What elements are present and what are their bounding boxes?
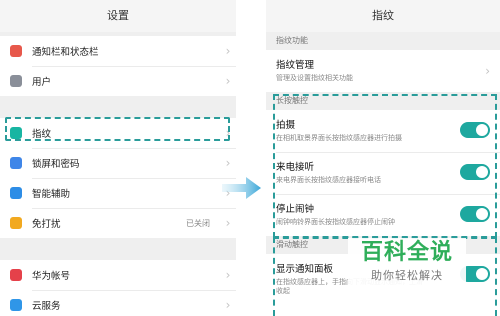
photo-toggle[interactable] — [460, 122, 490, 138]
group-separator — [0, 96, 236, 118]
item-title: 拍摄 — [276, 120, 296, 131]
moon-icon — [10, 217, 22, 229]
chevron-right-icon: › — [225, 126, 231, 140]
item-description: 闹钟响铃界面长按指纹感应器停止闹钟 — [276, 218, 395, 226]
settings-item-fingerprint[interactable]: 指纹 › — [0, 118, 236, 148]
item-title: 停止闹钟 — [276, 204, 315, 215]
notification-icon — [10, 45, 22, 57]
section-header-long-press: 长按触控 — [266, 92, 500, 110]
settings-screen: 设置 通知栏和状态栏 › 用户 › 指纹 › 锁屏和密码 › 智能辅助 › 免打… — [0, 0, 236, 316]
answer-call-toggle[interactable] — [460, 164, 490, 180]
settings-item-label: 云服务 — [32, 301, 61, 312]
settings-item-label: 锁屏和密码 — [32, 159, 80, 170]
settings-item-huawei-account[interactable]: 华为帐号 › — [0, 260, 236, 290]
settings-item-notifications[interactable]: 通知栏和状态栏 › — [0, 36, 236, 66]
settings-title: 设置 — [0, 0, 236, 32]
toggle-knob — [476, 268, 488, 280]
settings-item-label: 华为帐号 — [32, 271, 71, 282]
settings-item-smart-assist[interactable]: 智能辅助 › — [0, 178, 236, 208]
toggle-knob — [476, 166, 488, 178]
watermark-slogan: 助你轻松解决 — [371, 269, 443, 282]
hand-icon — [10, 187, 22, 199]
settings-item-cloud[interactable]: 云服务 › — [0, 290, 236, 316]
settings-item-label: 通知栏和状态栏 — [32, 47, 99, 58]
settings-item-do-not-disturb[interactable]: 免打扰 已关闭 › — [0, 208, 236, 238]
arrow-right-icon — [222, 177, 261, 199]
watermark: 百科全说 助你轻松解决 — [348, 238, 466, 294]
fingerprint-icon — [10, 127, 22, 139]
group-separator — [0, 238, 236, 260]
toggle-knob — [476, 124, 488, 136]
chevron-right-icon: › — [225, 156, 231, 170]
item-description: 管理及设置指纹相关功能 — [276, 74, 353, 82]
section-header-fingerprint-function: 指纹功能 — [266, 32, 500, 50]
item-description: 来电界面长按指纹感应器接听电话 — [276, 176, 381, 184]
gesture-item-photo: 拍摄 在相机取景界面长按指纹感应器进行拍摄 — [266, 110, 500, 152]
status-value: 已关闭 — [186, 218, 210, 228]
chevron-right-icon: › — [225, 74, 231, 88]
toggle-knob — [476, 208, 488, 220]
item-description: 在相机取景界面长按指纹感应器进行拍摄 — [276, 134, 402, 142]
chevron-right-icon: › — [225, 44, 231, 58]
item-title: 来电接听 — [276, 162, 315, 173]
lock-icon — [10, 157, 22, 169]
chevron-right-icon: › — [485, 64, 490, 78]
settings-item-label: 用户 — [32, 77, 52, 88]
settings-item-label: 免打扰 — [32, 219, 61, 230]
watermark-logo-text: 百科全说 — [360, 240, 453, 265]
settings-item-label: 智能辅助 — [32, 189, 71, 200]
chevron-right-icon: › — [225, 268, 231, 282]
chevron-right-icon: › — [225, 216, 231, 230]
fingerprint-title: 指纹 — [266, 0, 500, 32]
user-icon — [10, 75, 22, 87]
stop-alarm-toggle[interactable] — [460, 206, 490, 222]
settings-item-label: 指纹 — [32, 129, 52, 140]
huawei-icon — [10, 269, 22, 281]
settings-item-lock-password[interactable]: 锁屏和密码 › — [0, 148, 236, 178]
item-title: 指纹管理 — [276, 60, 315, 71]
chevron-right-icon: › — [225, 298, 231, 312]
settings-item-user[interactable]: 用户 › — [0, 66, 236, 96]
fingerprint-manage-item[interactable]: 指纹管理 管理及设置指纹相关功能 › — [266, 50, 500, 92]
gesture-item-stop-alarm: 停止闹钟 闹钟响铃界面长按指纹感应器停止闹钟 — [266, 194, 500, 236]
gesture-item-answer-call: 来电接听 来电界面长按指纹感应器接听电话 — [266, 152, 500, 194]
cloud-icon — [10, 299, 22, 311]
